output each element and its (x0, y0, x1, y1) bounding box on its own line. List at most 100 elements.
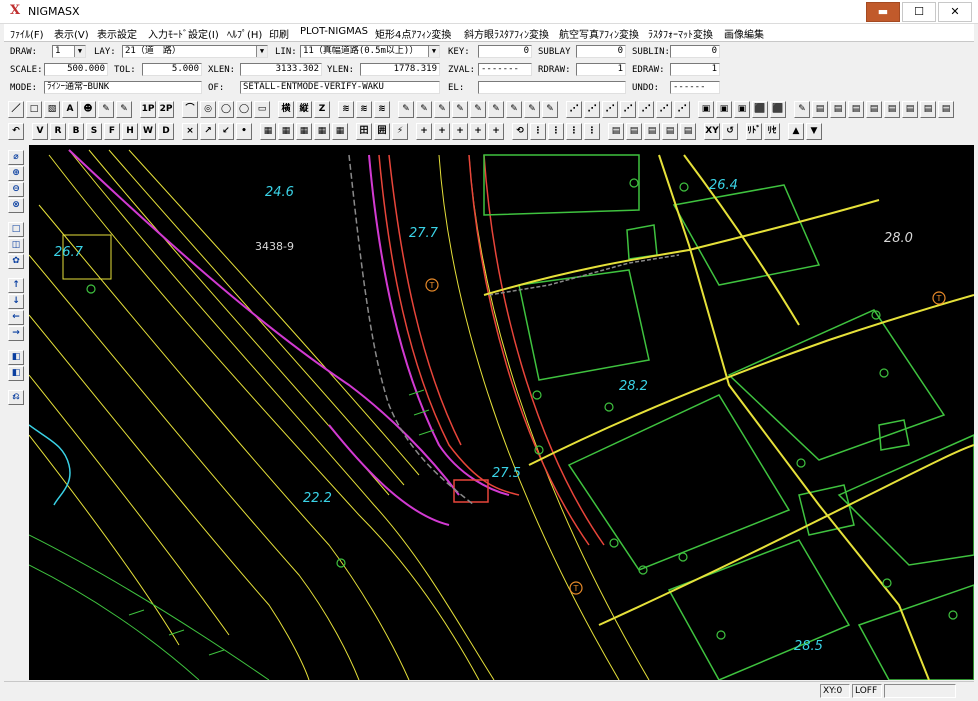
toolbar1-button-19[interactable]: ≋ (374, 101, 390, 118)
toolbar2-button-3[interactable]: B (68, 123, 84, 140)
view-tool-9[interactable]: ← (8, 310, 24, 325)
toolbar2-button-38[interactable]: ﾘﾄﾞ (746, 123, 762, 140)
view-tool-3[interactable]: ⊗ (8, 198, 24, 213)
toolbar2-button-33[interactable]: ▤ (644, 123, 660, 140)
toolbar1-button-9[interactable]: ⌒ (182, 101, 198, 118)
toolbar2-button-24[interactable]: + (470, 123, 486, 140)
menu-plot-nigmas[interactable]: PLOT-NIGMAS (300, 26, 368, 37)
toolbar2-button-35[interactable]: ▤ (680, 123, 696, 140)
toolbar1-button-7[interactable]: 1P (140, 101, 156, 118)
toolbar2-button-10[interactable]: ↗ (200, 123, 216, 140)
toolbar1-button-27[interactable]: ✎ (524, 101, 540, 118)
lay-select[interactable]: 21（道 路） ▼ (122, 45, 268, 58)
sublay-field[interactable]: 0 (576, 45, 626, 58)
menu-view[interactable]: 表示(V) (54, 26, 89, 41)
tol-field[interactable]: 5.000 (142, 63, 202, 76)
view-tool-1[interactable]: ⊕ (8, 166, 24, 181)
toolbar1-button-41[interactable]: ✎ (794, 101, 810, 118)
toolbar1-button-36[interactable]: ▣ (698, 101, 714, 118)
of-field[interactable]: SETALL-ENTMODE-VERIFY-WAKU (240, 81, 440, 94)
toolbar1-button-42[interactable]: ▤ (812, 101, 828, 118)
toolbar2-button-26[interactable]: ⟲ (512, 123, 528, 140)
toolbar2-button-21[interactable]: + (416, 123, 432, 140)
view-tool-7[interactable]: ↑ (8, 278, 24, 293)
undo-field[interactable]: ------ (670, 81, 720, 94)
zval-field[interactable]: ------- (478, 63, 532, 76)
menu-raster-format[interactable]: ﾗｽﾀﾌｫｰﾏｯﾄ変換 (648, 26, 713, 41)
toolbar1-button-17[interactable]: ≋ (338, 101, 354, 118)
toolbar1-button-26[interactable]: ✎ (506, 101, 522, 118)
toolbar2-button-20[interactable]: ⚡ (392, 123, 408, 140)
toolbar1-button-4[interactable]: ☻ (80, 101, 96, 118)
view-tool-2[interactable]: ⊖ (8, 182, 24, 197)
toolbar1-button-6[interactable]: ✎ (116, 101, 132, 118)
edraw-field[interactable]: 1 (670, 63, 720, 76)
toolbar1-button-28[interactable]: ✎ (542, 101, 558, 118)
toolbar1-button-38[interactable]: ▣ (734, 101, 750, 118)
close-button[interactable]: ✕ (938, 2, 972, 22)
toolbar2-button-7[interactable]: W (140, 123, 156, 140)
lin-select[interactable]: 11（真幅道路(0.5m以上)） ▼ (300, 45, 440, 58)
toolbar1-button-34[interactable]: ⋰ (656, 101, 672, 118)
toolbar1-button-3[interactable]: A (62, 101, 78, 118)
toolbar2-button-18[interactable]: 田 (356, 123, 372, 140)
toolbar2-button-41[interactable]: ▼ (806, 123, 822, 140)
toolbar1-button-23[interactable]: ✎ (452, 101, 468, 118)
toolbar2-button-19[interactable]: 囲 (374, 123, 390, 140)
view-tool-5[interactable]: ◫ (8, 238, 24, 253)
toolbar2-button-40[interactable]: ▲ (788, 123, 804, 140)
toolbar2-button-25[interactable]: + (488, 123, 504, 140)
toolbar1-button-11[interactable]: ◯ (218, 101, 234, 118)
xlen-field[interactable]: 3133.302 (240, 63, 322, 76)
menu-help[interactable]: ﾍﾙﾌﾟ(H) (227, 26, 262, 41)
toolbar2-button-9[interactable]: × (182, 123, 198, 140)
toolbar1-button-12[interactable]: ◯ (236, 101, 252, 118)
view-tool-12[interactable]: ◧ (8, 366, 24, 381)
view-tool-13[interactable]: ⎌ (8, 390, 24, 405)
toolbar2-button-11[interactable]: ↙ (218, 123, 234, 140)
toolbar1-button-30[interactable]: ⋰ (584, 101, 600, 118)
toolbar1-button-43[interactable]: ▤ (830, 101, 846, 118)
menu-input-mode[interactable]: 入力ﾓｰﾄﾞ設定(I) (148, 26, 219, 41)
toolbar1-button-25[interactable]: ✎ (488, 101, 504, 118)
toolbar1-button-46[interactable]: ▤ (884, 101, 900, 118)
toolbar1-button-2[interactable]: ▧ (44, 101, 60, 118)
key-field[interactable]: 0 (478, 45, 532, 58)
menu-image-edit[interactable]: 画像編集 (724, 26, 764, 41)
toolbar1-button-22[interactable]: ✎ (434, 101, 450, 118)
toolbar2-button-13[interactable]: ▦ (260, 123, 276, 140)
toolbar2-button-22[interactable]: + (434, 123, 450, 140)
toolbar2-button-16[interactable]: ▦ (314, 123, 330, 140)
toolbar1-button-40[interactable]: ⬛ (770, 101, 786, 118)
sublin-field[interactable]: 0 (670, 45, 720, 58)
toolbar1-button-14[interactable]: 横 (278, 101, 294, 118)
menu-print[interactable]: 印刷 (269, 26, 289, 41)
toolbar1-button-8[interactable]: 2P (158, 101, 174, 118)
minimize-button[interactable]: ▬ (866, 2, 900, 22)
view-tool-10[interactable]: → (8, 326, 24, 341)
toolbar2-button-37[interactable]: ↺ (722, 123, 738, 140)
toolbar2-button-8[interactable]: D (158, 123, 174, 140)
toolbar1-button-0[interactable]: ／ (8, 101, 24, 118)
toolbar1-button-48[interactable]: ▤ (920, 101, 936, 118)
toolbar1-button-45[interactable]: ▤ (866, 101, 882, 118)
toolbar2-button-34[interactable]: ▤ (662, 123, 678, 140)
toolbar2-button-1[interactable]: V (32, 123, 48, 140)
toolbar2-button-31[interactable]: ▤ (608, 123, 624, 140)
toolbar1-button-16[interactable]: Z (314, 101, 330, 118)
toolbar1-button-21[interactable]: ✎ (416, 101, 432, 118)
view-tool-11[interactable]: ◧ (8, 350, 24, 365)
el-field[interactable] (478, 81, 626, 94)
toolbar2-button-36[interactable]: XY (704, 123, 720, 140)
toolbar1-button-33[interactable]: ⋰ (638, 101, 654, 118)
scale-field[interactable]: 500.000 (44, 63, 108, 76)
view-tool-6[interactable]: ✿ (8, 254, 24, 269)
view-tool-4[interactable]: □ (8, 222, 24, 237)
menu-file[interactable]: ﾌｧｲﾙ(F) (10, 26, 44, 41)
toolbar2-button-32[interactable]: ▤ (626, 123, 642, 140)
toolbar2-button-39[interactable]: ﾘｾ (764, 123, 780, 140)
ylen-field[interactable]: 1778.319 (360, 63, 440, 76)
toolbar2-button-17[interactable]: ▦ (332, 123, 348, 140)
toolbar2-button-14[interactable]: ▦ (278, 123, 294, 140)
toolbar1-button-47[interactable]: ▤ (902, 101, 918, 118)
